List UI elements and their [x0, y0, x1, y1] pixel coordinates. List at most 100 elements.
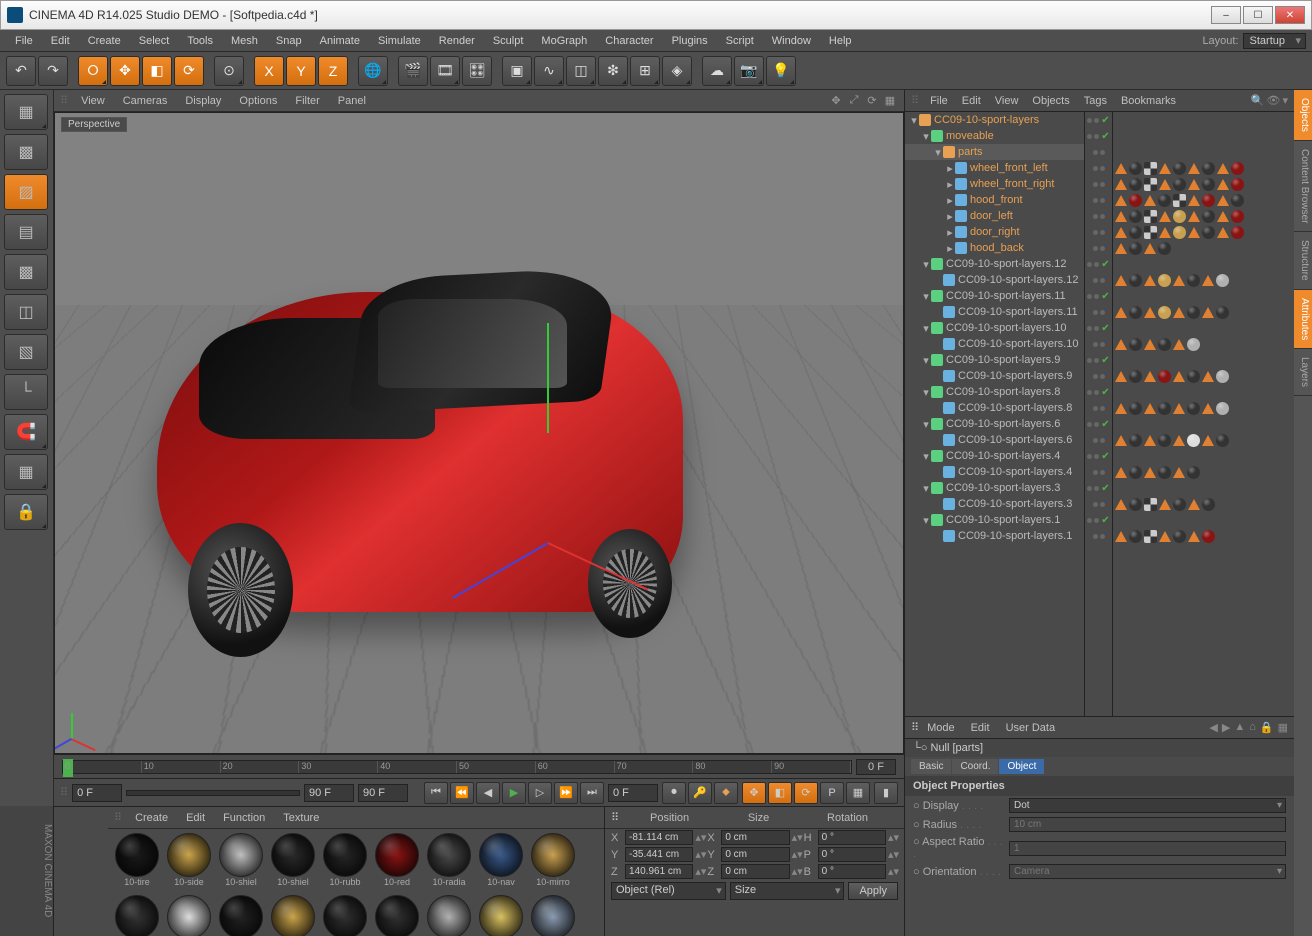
menu-mograph[interactable]: MoGraph — [532, 30, 596, 52]
visibility-toggle[interactable] — [1085, 272, 1112, 288]
attr-home-icon[interactable]: ⌂ — [1249, 721, 1256, 734]
tag-icon[interactable] — [1202, 210, 1215, 223]
visibility-toggle[interactable]: ✔ — [1085, 416, 1112, 432]
menu-animate[interactable]: Animate — [311, 30, 369, 52]
tree-node[interactable]: ▾CC09-10-sport-layers.11 — [905, 288, 1084, 304]
rot-field[interactable]: 0 ° — [818, 847, 886, 862]
animation-layout-button[interactable]: ▮ — [874, 782, 898, 804]
side-tab-attributes[interactable]: Attributes — [1294, 290, 1312, 349]
tag-icon[interactable] — [1202, 162, 1215, 175]
disclosure-icon[interactable]: ▾ — [921, 386, 931, 399]
menu-select[interactable]: Select — [130, 30, 179, 52]
object-visibility-column[interactable]: ✔✔✔✔✔✔✔✔✔✔✔ — [1085, 112, 1113, 716]
select-tool[interactable]: ⭘ — [78, 56, 108, 86]
tag-icon[interactable] — [1173, 403, 1185, 414]
tag-row[interactable] — [1113, 224, 1294, 240]
tag-icon[interactable] — [1115, 499, 1127, 510]
menu-render[interactable]: Render — [430, 30, 484, 52]
visibility-toggle[interactable]: ✔ — [1085, 288, 1112, 304]
next-frame-button[interactable]: ▷ — [528, 782, 552, 804]
tag-icon[interactable] — [1129, 274, 1142, 287]
workplane-snap-button[interactable]: ▦ — [4, 454, 48, 490]
disclosure-icon[interactable]: ▸ — [945, 226, 955, 239]
size-mode-dropdown[interactable]: Size — [730, 882, 845, 900]
visibility-toggle[interactable] — [1085, 432, 1112, 448]
tag-icon[interactable] — [1202, 371, 1214, 382]
tag-icon[interactable] — [1115, 163, 1127, 174]
tag-icon[interactable] — [1173, 371, 1185, 382]
tag-icon[interactable] — [1173, 339, 1185, 350]
om-menu-tags[interactable]: Tags — [1077, 95, 1114, 107]
visibility-toggle[interactable]: ✔ — [1085, 320, 1112, 336]
object-tree[interactable]: ▾CC09-10-sport-layers▾moveable▾parts▸whe… — [905, 112, 1085, 716]
disclosure-icon[interactable]: ▸ — [945, 162, 955, 175]
visibility-toggle[interactable]: ✔ — [1085, 352, 1112, 368]
goto-end-button[interactable]: ⏭ — [580, 782, 604, 804]
tag-icon[interactable] — [1115, 339, 1127, 350]
tree-node[interactable]: ▸wheel_front_left — [905, 160, 1084, 176]
side-tab-objects[interactable]: Objects — [1294, 90, 1312, 141]
attr-tab-basic[interactable]: Basic — [911, 759, 951, 774]
menu-file[interactable]: File — [6, 30, 42, 52]
menu-character[interactable]: Character — [596, 30, 662, 52]
tree-node[interactable]: ▾moveable — [905, 128, 1084, 144]
tag-icon[interactable] — [1159, 211, 1171, 222]
attr-fwd-icon[interactable]: ▶ — [1222, 721, 1230, 734]
tag-row[interactable] — [1113, 288, 1294, 304]
tag-row[interactable] — [1113, 304, 1294, 320]
tag-row[interactable] — [1113, 432, 1294, 448]
rotate-tool[interactable]: ⟳ — [174, 56, 204, 86]
visibility-toggle[interactable]: ✔ — [1085, 448, 1112, 464]
tag-icon[interactable] — [1231, 178, 1244, 191]
undo-button[interactable]: ↶ — [6, 56, 36, 86]
menu-snap[interactable]: Snap — [267, 30, 311, 52]
make-editable-button[interactable]: ▦ — [4, 94, 48, 130]
tag-icon[interactable] — [1231, 194, 1244, 207]
tag-icon[interactable] — [1217, 211, 1229, 222]
range-start-field[interactable]: 0 F — [72, 784, 122, 802]
size-field[interactable]: 0 cm — [721, 864, 789, 879]
pos-field[interactable]: -81.114 cm — [625, 830, 693, 845]
menu-create[interactable]: Create — [79, 30, 130, 52]
tag-icon[interactable] — [1129, 306, 1142, 319]
tag-icon[interactable] — [1159, 179, 1171, 190]
attr-back-icon[interactable]: ◀ — [1209, 721, 1217, 734]
render-view-button[interactable]: 🎬 — [398, 56, 428, 86]
tag-icon[interactable] — [1173, 275, 1185, 286]
mat-menu-create[interactable]: Create — [126, 812, 177, 824]
visibility-toggle[interactable] — [1085, 464, 1112, 480]
tag-icon[interactable] — [1115, 275, 1127, 286]
goto-start-button[interactable]: ⏮ — [424, 782, 448, 804]
tag-icon[interactable] — [1158, 338, 1171, 351]
key-pla-button[interactable]: ▦ — [846, 782, 870, 804]
range-end2-field[interactable]: 90 F — [358, 784, 408, 802]
tree-node[interactable]: CC09-10-sport-layers.12 — [905, 272, 1084, 288]
tag-icon[interactable] — [1173, 307, 1185, 318]
add-deformer-button[interactable]: ◈ — [662, 56, 692, 86]
attr-tab-coord[interactable]: Coord. — [952, 759, 998, 774]
tag-icon[interactable] — [1129, 370, 1142, 383]
tree-node[interactable]: ▾CC09-10-sport-layers.1 — [905, 512, 1084, 528]
tag-row[interactable] — [1113, 176, 1294, 192]
visibility-toggle[interactable]: ✔ — [1085, 384, 1112, 400]
attr-menu-mode[interactable]: Mode — [919, 722, 963, 734]
tag-icon[interactable] — [1217, 195, 1229, 206]
tag-icon[interactable] — [1202, 530, 1215, 543]
tag-icon[interactable] — [1187, 338, 1200, 351]
key-rot-button[interactable]: ⟳ — [794, 782, 818, 804]
current-frame-field[interactable]: 0 F — [608, 784, 658, 802]
tag-icon[interactable] — [1216, 402, 1229, 415]
disclosure-icon[interactable]: ▾ — [909, 114, 919, 127]
tag-icon[interactable] — [1115, 467, 1127, 478]
tree-node[interactable]: CC09-10-sport-layers.8 — [905, 400, 1084, 416]
tag-icon[interactable] — [1188, 499, 1200, 510]
visibility-toggle[interactable] — [1085, 336, 1112, 352]
tree-node[interactable]: ▾CC09-10-sport-layers.12 — [905, 256, 1084, 272]
add-camera-button[interactable]: 📷 — [734, 56, 764, 86]
tag-row[interactable] — [1113, 240, 1294, 256]
tag-icon[interactable] — [1173, 530, 1186, 543]
panel-grip-icon[interactable]: ⠿ — [911, 721, 919, 734]
rot-field[interactable]: 0 ° — [818, 830, 886, 845]
tree-node[interactable]: CC09-10-sport-layers.10 — [905, 336, 1084, 352]
tag-icon[interactable] — [1129, 178, 1142, 191]
